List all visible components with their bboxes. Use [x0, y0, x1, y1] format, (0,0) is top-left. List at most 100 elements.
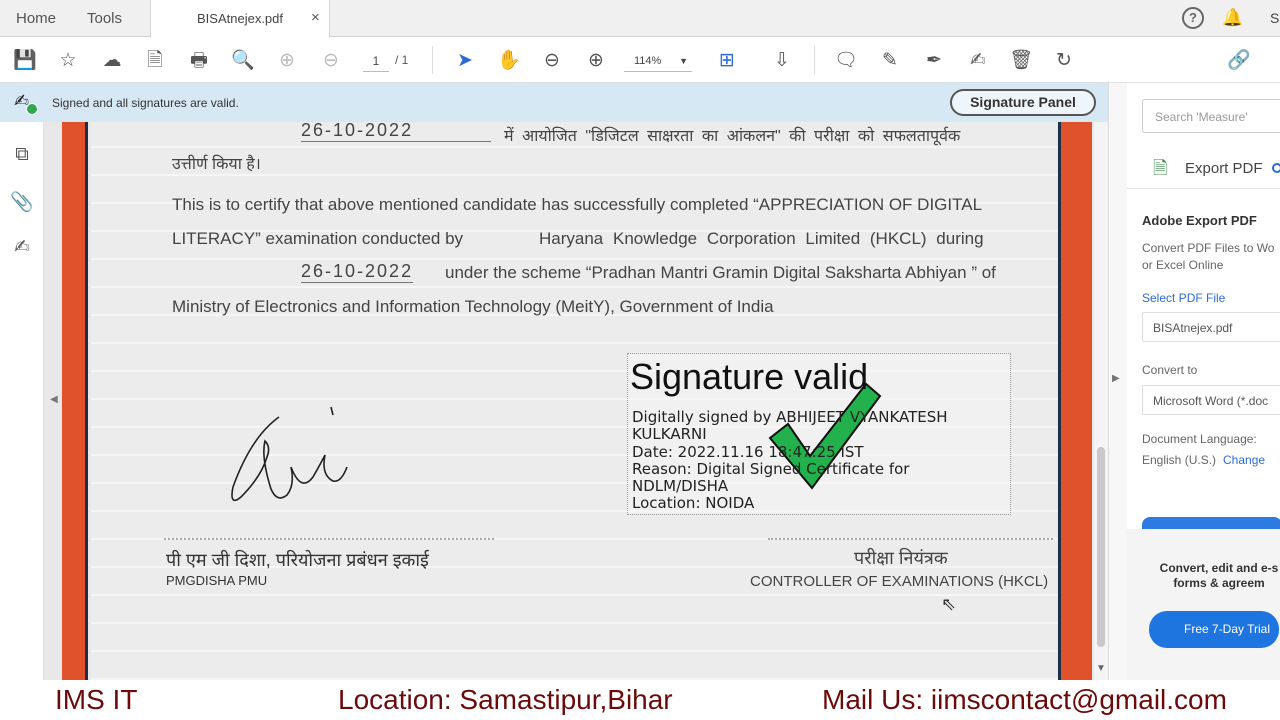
export-desc: or Excel Online: [1142, 258, 1224, 272]
promo-area: [1127, 529, 1280, 680]
tab-bar: Home Tools BISAtnejex.pdf × ? 🔔 S: [0, 0, 1280, 38]
page-number-input[interactable]: 1: [363, 50, 389, 72]
tab-document-label: BISAtnejex.pdf: [197, 11, 283, 26]
tab-document[interactable]: BISAtnejex.pdf ×: [150, 0, 330, 38]
valid-dot: [26, 103, 38, 115]
certificate-page: 26-10-2022 में आयोजित "डिजिटल साक्षरता क…: [91, 122, 1057, 680]
highlight-icon[interactable]: ✎: [877, 48, 903, 74]
select-pdf-label: Select PDF File: [1142, 291, 1226, 305]
promo-line: Convert, edit and e-s: [1159, 561, 1279, 575]
signature-signer-2: KULKARNI: [632, 425, 707, 443]
sign-icon[interactable]: ✒: [921, 48, 947, 74]
print-icon[interactable]: 🖶: [186, 48, 212, 74]
hand-icon[interactable]: ✋: [496, 48, 522, 74]
selected-file-field[interactable]: BISAtnejex.pdf: [1142, 312, 1280, 342]
signature-line-left: [164, 538, 494, 540]
signature-panel-button[interactable]: Signature Panel: [950, 89, 1096, 116]
toolbar-separator: [814, 46, 815, 74]
collapse-panel-icon[interactable]: ▶: [1112, 373, 1120, 384]
user-avatar[interactable]: S: [1270, 10, 1279, 26]
signature-date: Date: 2022.11.16 18:47:25 IST: [632, 443, 864, 461]
handwritten-signature: [231, 406, 348, 502]
language-label: Document Language:: [1142, 432, 1257, 446]
chevron-down-icon: ▼: [679, 56, 688, 66]
search-icon[interactable]: 🔍: [230, 48, 256, 74]
free-trial-button[interactable]: Free 7-Day Trial: [1149, 611, 1279, 648]
main-toolbar: 💾 ☆ ☁ 🗎 🖶 🔍 ⊕ ⊖ 1 / 1 ➤ ✋ ⊖ ⊕ 114% ▼ ⊞ ⇩…: [0, 38, 1280, 83]
export-pdf-label[interactable]: Export PDF: [1185, 160, 1263, 177]
export-pdf-icon: 🗎: [1153, 158, 1168, 178]
page-total: / 1: [395, 53, 409, 67]
zoom-in-icon[interactable]: ⊕: [583, 48, 609, 74]
pages-icon[interactable]: ⧉: [10, 144, 34, 168]
save-icon[interactable]: 💾: [12, 48, 38, 74]
close-icon[interactable]: ×: [311, 9, 320, 26]
scrollbar-thumb[interactable]: [1097, 447, 1105, 647]
fill-sign-icon[interactable]: ✍: [965, 48, 991, 74]
mouse-cursor-icon: ⇖: [941, 594, 957, 614]
page-up-icon[interactable]: ⊕: [274, 48, 300, 74]
controller-hindi-label: परीक्षा नियंत्रक: [854, 548, 948, 568]
convert-format-select[interactable]: Microsoft Word (*.doc: [1142, 385, 1280, 415]
change-language-link[interactable]: Change: [1223, 453, 1265, 467]
signature-reason: Reason: Digital Signed Certificate for: [632, 460, 910, 478]
tab-tools[interactable]: Tools: [87, 10, 122, 27]
link-icon[interactable]: 🔗: [1226, 48, 1252, 74]
certificate-text-line: Haryana Knowledge Corporation Limited (H…: [539, 229, 984, 248]
certificate-text-line: This is to certify that above mentioned …: [172, 195, 983, 214]
tab-home[interactable]: Home: [16, 10, 56, 27]
signature-status-message: Signed and all signatures are valid.: [52, 96, 239, 110]
exam-date: 26-10-2022: [301, 122, 491, 142]
pmu-hindi-label: पी एम जी दिशा, परियोजना प्रबंधन इकाई: [166, 550, 429, 570]
select-icon[interactable]: ➤: [452, 48, 478, 74]
signature-location: Location: NOIDA: [632, 494, 755, 512]
hindi-text-line: में आयोजित "डिजिटल साक्षरता का आंकलन" की…: [504, 128, 961, 145]
footer-email: Mail Us: iimscontact@gmail.com: [822, 684, 1227, 715]
left-navigation-rail: ⧉ 📎 ✍: [0, 122, 44, 680]
promo-line: forms & agreem: [1173, 576, 1265, 590]
panel-divider: [1127, 188, 1280, 189]
zoom-value: 114%: [634, 55, 662, 67]
controller-label: CONTROLLER OF EXAMINATIONS (HKCL): [750, 573, 1049, 590]
page-layout-icon[interactable]: ⊞: [714, 48, 740, 74]
document-viewer[interactable]: ◀ 26-10-2022 में आयोजित "डिजिटल साक्षरता…: [44, 122, 1108, 680]
delete-icon[interactable]: 🗑: [1008, 48, 1034, 74]
search-input[interactable]: Search 'Measure': [1142, 99, 1280, 133]
certificate-border-right: [1058, 122, 1092, 680]
digital-signature-stamp[interactable]: Signature valid Digitally signed by ABHI…: [627, 353, 1011, 515]
export-heading: Adobe Export PDF: [1142, 213, 1257, 228]
export-pdf-pane: Search 'Measure' 🗎 Export PDF Adobe Expo…: [1127, 83, 1280, 680]
page-down-icon[interactable]: ⊖: [318, 48, 344, 74]
promo-text: Convert, edit and e-s forms & agreem: [1149, 561, 1280, 591]
footer-location: Location: Samastipur,Bihar: [338, 684, 673, 715]
certificate-text-line: under the scheme “Pradhan Mantri Gramin …: [445, 263, 996, 282]
hindi-text-line: उत्तीर्ण किया है।: [172, 156, 261, 173]
certificate-border-left: [62, 122, 88, 680]
signature-signer: Digitally signed by ABHIJEET VYANKATESH: [632, 408, 948, 426]
vertical-scrollbar[interactable]: ▼: [1094, 122, 1108, 680]
bell-icon[interactable]: 🔔: [1222, 7, 1244, 29]
rotate-icon[interactable]: ↻: [1051, 48, 1077, 74]
signature-valid-title: Signature valid: [630, 356, 869, 397]
export-desc: Convert PDF Files to Wo: [1142, 241, 1275, 255]
signature-status-bar: ✍ Signed and all signatures are valid. S…: [0, 83, 1108, 122]
help-icon[interactable]: ?: [1182, 7, 1204, 29]
upload-icon[interactable]: ☁: [99, 48, 125, 74]
signature-icon[interactable]: ✍: [10, 236, 34, 260]
zoom-out-icon[interactable]: ⊖: [539, 48, 565, 74]
expand-dot-icon[interactable]: [1272, 163, 1280, 173]
right-tools-panel: ▶ Search 'Measure' 🗎 Export PDF Adobe Ex…: [1108, 83, 1280, 680]
star-icon[interactable]: ☆: [55, 48, 81, 74]
signature-valid-icon: ✍: [14, 91, 40, 115]
scroll-down-icon[interactable]: ▼: [1096, 663, 1106, 674]
zoom-select[interactable]: 114% ▼: [624, 50, 692, 72]
comment-icon[interactable]: 🗨: [833, 48, 859, 74]
expand-left-icon[interactable]: ◀: [50, 394, 58, 405]
attachment-icon[interactable]: 📎: [10, 190, 34, 214]
video-footer-banner: IMS IT Location: Samastipur,Bihar Mail U…: [0, 680, 1280, 720]
language-value: English (U.S.): [1142, 453, 1217, 467]
scroll-icon[interactable]: ⇩: [769, 48, 795, 74]
signature-line-right: [768, 538, 1053, 540]
convert-to-label: Convert to: [1142, 363, 1198, 377]
file-lock-icon[interactable]: 🗎: [142, 48, 168, 74]
